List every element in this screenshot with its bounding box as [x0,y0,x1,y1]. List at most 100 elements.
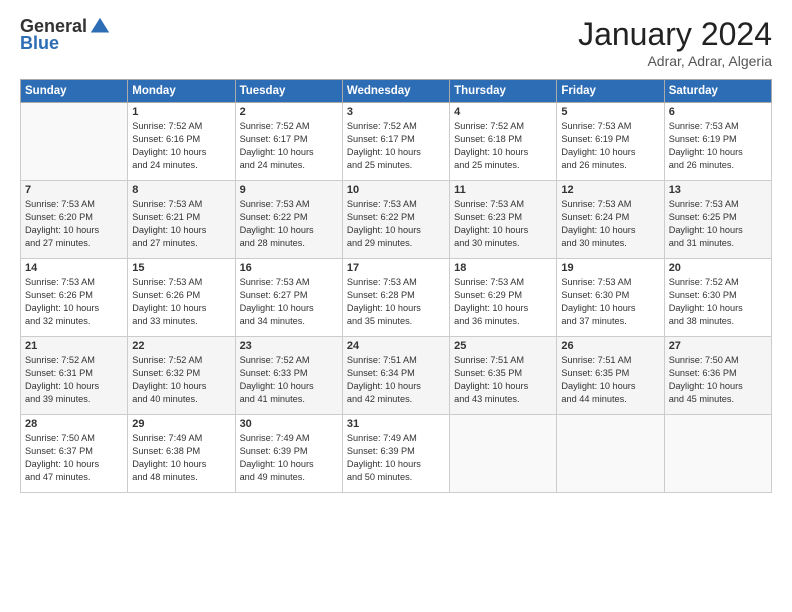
day-number: 16 [240,262,338,274]
logo: General Blue [20,16,111,54]
day-info: Sunrise: 7:51 AM Sunset: 6:34 PM Dayligh… [347,354,445,406]
header-thursday: Thursday [450,80,557,103]
calendar-cell: 4 Sunrise: 7:52 AM Sunset: 6:18 PM Daylig… [450,103,557,181]
day-info: Sunrise: 7:53 AM Sunset: 6:26 PM Dayligh… [25,276,123,328]
day-number: 30 [240,418,338,430]
calendar-cell: 26 Sunrise: 7:51 AM Sunset: 6:35 PM Dayli… [557,337,664,415]
calendar-cell: 18Sunrise: 7:53 AM Sunset: 6:29 PM Dayli… [450,259,557,337]
day-number: 9 [240,184,338,196]
calendar-cell: 12 Sunrise: 7:53 AM Sunset: 6:24 PM Dayli… [557,181,664,259]
day-number: 24 [347,340,445,352]
day-info: Sunrise: 7:49 AM Sunset: 6:38 PM Dayligh… [132,432,230,484]
header-monday: Monday [128,80,235,103]
day-info: Sunrise: 7:52 AM Sunset: 6:16 PM Dayligh… [132,120,230,172]
day-number: 2 [240,106,338,118]
day-header-row: Sunday Monday Tuesday Wednesday Thursday… [21,80,772,103]
calendar-cell: 7 Sunrise: 7:53 AM Sunset: 6:20 PM Daylig… [21,181,128,259]
day-number: 14 [25,262,123,274]
calendar-cell [557,415,664,493]
day-number: 29 [132,418,230,430]
calendar-cell: 29 Sunrise: 7:49 AM Sunset: 6:38 PM Dayli… [128,415,235,493]
title-block: January 2024 Adrar, Adrar, Algeria [578,16,772,69]
calendar-cell: 14 Sunrise: 7:53 AM Sunset: 6:26 PM Dayli… [21,259,128,337]
calendar-subtitle: Adrar, Adrar, Algeria [578,53,772,69]
calendar-cell: 21 Sunrise: 7:52 AM Sunset: 6:31 PM Dayli… [21,337,128,415]
day-info: Sunrise: 7:53 AM Sunset: 6:20 PM Dayligh… [25,198,123,250]
day-number: 27 [669,340,767,352]
calendar-cell: 11 Sunrise: 7:53 AM Sunset: 6:23 PM Dayli… [450,181,557,259]
day-number: 25 [454,340,552,352]
calendar-cell: 1Sunrise: 7:52 AM Sunset: 6:16 PM Daylig… [128,103,235,181]
week-row-2: 7 Sunrise: 7:53 AM Sunset: 6:20 PM Daylig… [21,181,772,259]
calendar-cell [450,415,557,493]
calendar-cell: 25Sunrise: 7:51 AM Sunset: 6:35 PM Dayli… [450,337,557,415]
header-saturday: Saturday [664,80,771,103]
day-info: Sunrise: 7:53 AM Sunset: 6:22 PM Dayligh… [347,198,445,250]
calendar-cell: 13 Sunrise: 7:53 AM Sunset: 6:25 PM Dayli… [664,181,771,259]
calendar-cell: 9 Sunrise: 7:53 AM Sunset: 6:22 PM Daylig… [235,181,342,259]
calendar-cell: 30 Sunrise: 7:49 AM Sunset: 6:39 PM Dayli… [235,415,342,493]
calendar-cell: 10 Sunrise: 7:53 AM Sunset: 6:22 PM Dayli… [342,181,449,259]
calendar-cell: 23 Sunrise: 7:52 AM Sunset: 6:33 PM Dayli… [235,337,342,415]
calendar-cell: 15Sunrise: 7:53 AM Sunset: 6:26 PM Dayli… [128,259,235,337]
day-number: 11 [454,184,552,196]
header-friday: Friday [557,80,664,103]
day-info: Sunrise: 7:49 AM Sunset: 6:39 PM Dayligh… [240,432,338,484]
day-info: Sunrise: 7:53 AM Sunset: 6:24 PM Dayligh… [561,198,659,250]
day-info: Sunrise: 7:51 AM Sunset: 6:35 PM Dayligh… [561,354,659,406]
day-info: Sunrise: 7:50 AM Sunset: 6:36 PM Dayligh… [669,354,767,406]
header-tuesday: Tuesday [235,80,342,103]
day-number: 3 [347,106,445,118]
calendar-cell: 28 Sunrise: 7:50 AM Sunset: 6:37 PM Dayli… [21,415,128,493]
day-number: 20 [669,262,767,274]
calendar-cell: 6Sunrise: 7:53 AM Sunset: 6:19 PM Daylig… [664,103,771,181]
day-number: 28 [25,418,123,430]
day-number: 15 [132,262,230,274]
calendar-cell: 31Sunrise: 7:49 AM Sunset: 6:39 PM Dayli… [342,415,449,493]
day-info: Sunrise: 7:52 AM Sunset: 6:32 PM Dayligh… [132,354,230,406]
header-sunday: Sunday [21,80,128,103]
day-info: Sunrise: 7:53 AM Sunset: 6:30 PM Dayligh… [561,276,659,328]
day-number: 13 [669,184,767,196]
calendar-cell: 19Sunrise: 7:53 AM Sunset: 6:30 PM Dayli… [557,259,664,337]
day-number: 31 [347,418,445,430]
calendar-page: General Blue January 2024 Adrar, Adrar, … [0,0,792,612]
day-number: 5 [561,106,659,118]
day-number: 7 [25,184,123,196]
calendar-cell: 20Sunrise: 7:52 AM Sunset: 6:30 PM Dayli… [664,259,771,337]
calendar-cell [21,103,128,181]
calendar-cell: 22 Sunrise: 7:52 AM Sunset: 6:32 PM Dayli… [128,337,235,415]
day-info: Sunrise: 7:53 AM Sunset: 6:23 PM Dayligh… [454,198,552,250]
calendar-cell: 5Sunrise: 7:53 AM Sunset: 6:19 PM Daylig… [557,103,664,181]
day-number: 17 [347,262,445,274]
day-info: Sunrise: 7:53 AM Sunset: 6:22 PM Dayligh… [240,198,338,250]
day-number: 12 [561,184,659,196]
day-number: 4 [454,106,552,118]
calendar-cell: 2 Sunrise: 7:52 AM Sunset: 6:17 PM Daylig… [235,103,342,181]
day-number: 26 [561,340,659,352]
week-row-3: 14 Sunrise: 7:53 AM Sunset: 6:26 PM Dayli… [21,259,772,337]
calendar-table: Sunday Monday Tuesday Wednesday Thursday… [20,79,772,493]
day-number: 22 [132,340,230,352]
day-info: Sunrise: 7:53 AM Sunset: 6:25 PM Dayligh… [669,198,767,250]
day-number: 21 [25,340,123,352]
day-number: 10 [347,184,445,196]
day-info: Sunrise: 7:50 AM Sunset: 6:37 PM Dayligh… [25,432,123,484]
day-number: 23 [240,340,338,352]
calendar-cell: 16Sunrise: 7:53 AM Sunset: 6:27 PM Dayli… [235,259,342,337]
day-info: Sunrise: 7:53 AM Sunset: 6:21 PM Dayligh… [132,198,230,250]
day-number: 18 [454,262,552,274]
day-info: Sunrise: 7:53 AM Sunset: 6:19 PM Dayligh… [669,120,767,172]
day-number: 8 [132,184,230,196]
calendar-cell [664,415,771,493]
header-wednesday: Wednesday [342,80,449,103]
calendar-cell: 3 Sunrise: 7:52 AM Sunset: 6:17 PM Daylig… [342,103,449,181]
day-info: Sunrise: 7:52 AM Sunset: 6:18 PM Dayligh… [454,120,552,172]
calendar-title: January 2024 [578,16,772,53]
day-info: Sunrise: 7:52 AM Sunset: 6:17 PM Dayligh… [347,120,445,172]
day-info: Sunrise: 7:52 AM Sunset: 6:33 PM Dayligh… [240,354,338,406]
day-info: Sunrise: 7:52 AM Sunset: 6:31 PM Dayligh… [25,354,123,406]
calendar-cell: 17Sunrise: 7:53 AM Sunset: 6:28 PM Dayli… [342,259,449,337]
day-info: Sunrise: 7:52 AM Sunset: 6:17 PM Dayligh… [240,120,338,172]
week-row-4: 21 Sunrise: 7:52 AM Sunset: 6:31 PM Dayli… [21,337,772,415]
